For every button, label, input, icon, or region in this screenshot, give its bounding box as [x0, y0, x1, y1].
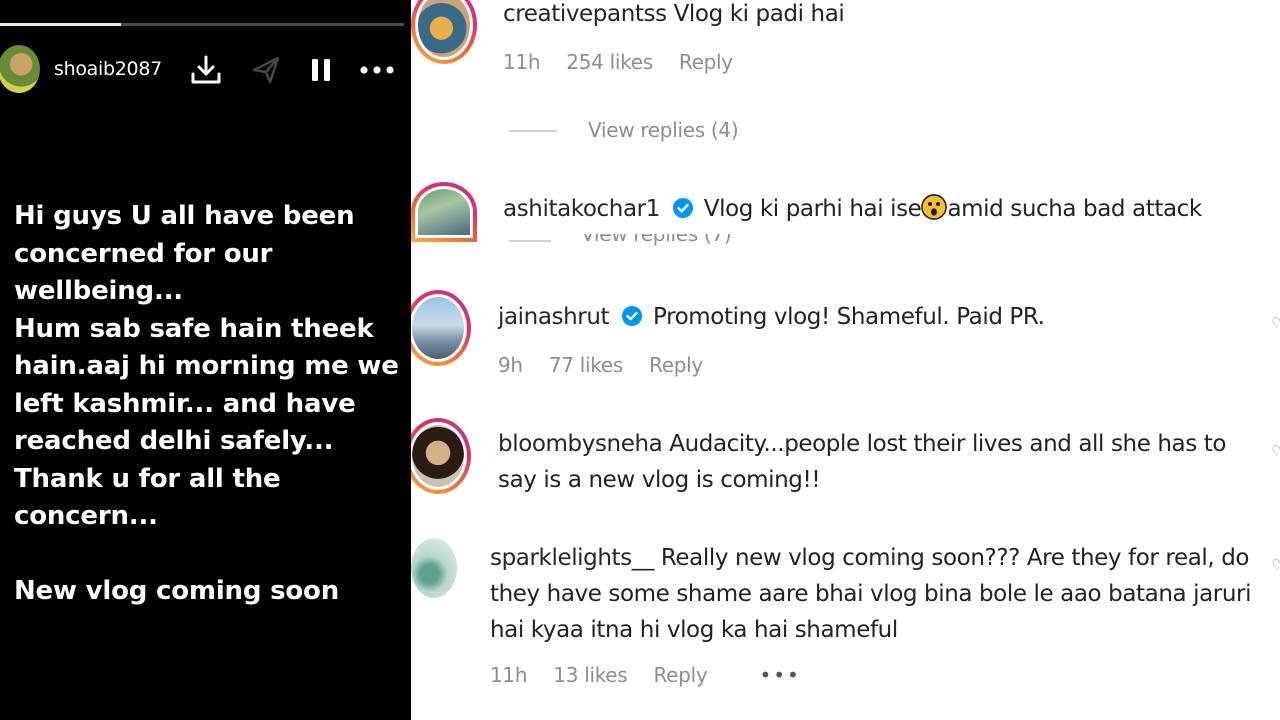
reply-button[interactable]: Reply: [679, 50, 733, 74]
comment-likes[interactable]: 13 likes: [553, 663, 627, 687]
comment-avatar[interactable]: [411, 538, 457, 598]
comment-meta: 11h 13 likes Reply •••: [490, 663, 821, 687]
comment-username[interactable]: ashitakochar1: [503, 196, 660, 222]
verified-badge-icon: [672, 198, 693, 218]
story-progress-fill: [0, 23, 122, 26]
comment-body: Vlog ki parhi hai ise: [703, 196, 922, 222]
comment-likes[interactable]: 77 likes: [549, 353, 623, 377]
comment-body: Promoting vlog! Shameful. Paid PR.: [653, 304, 1045, 330]
comment-text: bloombysneha Audacity...people lost thei…: [498, 426, 1258, 498]
reply-button[interactable]: Reply: [649, 353, 703, 377]
more-icon[interactable]: [356, 52, 398, 88]
download-icon[interactable]: [186, 50, 226, 90]
story-viewer: shoaib2087 Hi guys U all have been conce…: [0, 0, 411, 720]
comment-avatar[interactable]: [411, 0, 477, 64]
comment-username[interactable]: bloombysneha: [498, 431, 663, 457]
share-icon[interactable]: [248, 52, 284, 88]
comments-panel: creativepantss Vlog ki padi hai 11h 254 …: [411, 0, 1280, 720]
comment-avatar[interactable]: [411, 290, 471, 366]
view-replies-button[interactable]: View replies (4): [588, 118, 739, 142]
comment-meta: 11h 254 likes Reply: [503, 50, 753, 74]
story-progress-bar: [0, 23, 404, 26]
comment-meta: 9h 77 likes Reply: [498, 353, 723, 377]
more-options-icon[interactable]: •••: [759, 663, 800, 687]
view-replies-button[interactable]: View replies (7): [581, 234, 732, 246]
comment-likes[interactable]: 254 likes: [566, 50, 653, 74]
comment-time: 9h: [498, 353, 523, 377]
comment-avatar[interactable]: [411, 418, 471, 494]
comment-text: sparklelights__ Really new vlog coming s…: [490, 540, 1260, 648]
comment-username[interactable]: creativepantss: [503, 1, 667, 27]
story-avatar[interactable]: [0, 45, 40, 93]
reply-button[interactable]: Reply: [653, 663, 707, 687]
like-heart-icon[interactable]: ♡: [1271, 442, 1280, 456]
comment-username[interactable]: jainashrut: [498, 304, 610, 330]
comment-text: creativepantss Vlog ki padi hai: [503, 0, 845, 32]
view-replies-rule: [509, 240, 551, 242]
view-replies-clip: View replies (7): [581, 234, 781, 246]
view-replies-rule: [509, 130, 557, 132]
comment-text: jainashrut Promoting vlog! Shameful. Pai…: [498, 299, 1045, 335]
comment-time: 11h: [490, 663, 528, 687]
comment-username[interactable]: sparklelights__: [490, 545, 654, 571]
comment-avatar[interactable]: [411, 182, 477, 242]
astonished-face-emoji-icon: [921, 194, 948, 220]
comment-text: ashitakochar1 Vlog ki parhi hai ise amid …: [503, 191, 1202, 227]
story-text: Hi guys U all have been concerned for ou…: [14, 201, 399, 606]
like-heart-icon[interactable]: ♡: [1271, 556, 1280, 570]
comment-body: Vlog ki padi hai: [673, 1, 845, 27]
story-username[interactable]: shoaib2087: [54, 58, 162, 80]
like-heart-icon[interactable]: ♡: [1271, 314, 1280, 328]
comment-body-continued: amid sucha bad attack: [947, 196, 1202, 222]
comment-time: 11h: [503, 50, 541, 74]
verified-badge-icon: [622, 306, 643, 326]
pause-icon[interactable]: [304, 52, 338, 88]
